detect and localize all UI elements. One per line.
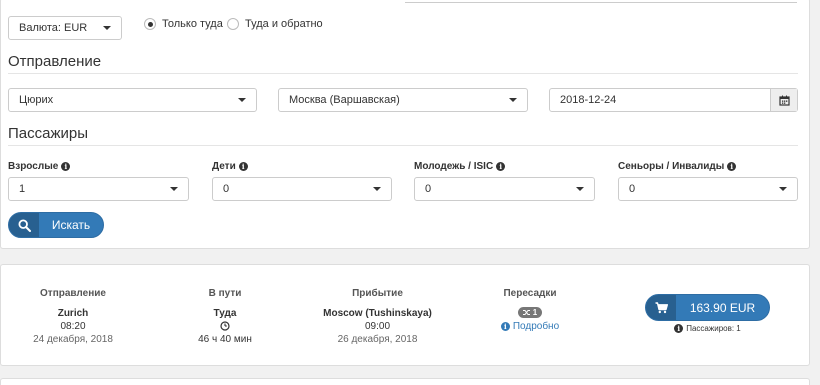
duration-value: 46 ч 40 мин (198, 334, 252, 345)
chevron-down-icon (238, 98, 246, 102)
calendar-button[interactable] (770, 89, 797, 111)
passengers-note-text: Пассажиров: 1 (686, 324, 741, 333)
children-label-text: Дети (212, 161, 236, 172)
transfers-header: Пересадки (503, 288, 557, 299)
youth-label: Молодежь / ISIC i (414, 161, 506, 172)
from-station-select[interactable]: Цюрих (8, 88, 257, 112)
info-icon[interactable]: i (238, 162, 248, 171)
chevron-down-icon (170, 187, 178, 191)
details-link-label: Подробно (512, 321, 560, 332)
youth-label-text: Молодежь / ISIC (414, 161, 494, 172)
chevron-down-icon (576, 187, 584, 191)
chevron-down-icon (373, 187, 381, 191)
departure-section-title: Отправление (8, 53, 102, 70)
search-button-label: Искать (51, 218, 91, 232)
buy-button[interactable]: 163.90 EUR (645, 294, 770, 321)
passengers-section-title: Пассажиры (8, 125, 89, 142)
shuffle-icon (522, 310, 530, 315)
clock-icon (175, 320, 275, 333)
divider (8, 73, 798, 74)
result-transfers: Пересадки 1 i Подробно (480, 288, 580, 333)
details-link[interactable]: i Подробно (500, 320, 560, 333)
date-value: 2018-12-24 (560, 94, 617, 106)
info-icon: i (500, 322, 510, 331)
radio-checked-icon (144, 18, 156, 30)
info-icon: i (674, 324, 684, 333)
chevron-down-icon (509, 98, 517, 102)
to-station-value: Москва (Варшавская) (289, 94, 400, 106)
duration-direction: Туда (213, 308, 237, 319)
to-station-select[interactable]: Москва (Варшавская) (278, 88, 528, 112)
arrival-city: Moscow (Tushinskaya) (323, 308, 432, 319)
from-station-value: Цюрих (19, 94, 54, 106)
departure-header: Отправление (40, 288, 106, 299)
youth-select[interactable]: 0 (414, 177, 595, 201)
chevron-down-icon (779, 187, 787, 191)
search-icon (9, 213, 39, 237)
seniors-label: Сеньоры / Инвалиды i (618, 161, 737, 172)
chevron-down-icon (103, 26, 111, 30)
result-departure: Отправление Zurich 08:20 24 декабря, 201… (13, 288, 133, 346)
transfers-badge: 1 (517, 307, 543, 318)
top-input-edge (405, 0, 797, 3)
children-label: Дети i (212, 161, 248, 172)
transfers-badge-row: 1 (480, 307, 580, 320)
price-label: 163.90 EUR (689, 300, 756, 315)
transfers-count: 1 (532, 308, 538, 317)
info-icon[interactable]: i (61, 162, 71, 171)
radio-one-way-label: Только туда (162, 18, 223, 30)
radio-round-trip[interactable]: Туда и обратно (227, 18, 323, 30)
arrival-header: Прибытие (352, 288, 403, 299)
departure-date: 24 декабря, 2018 (33, 334, 113, 345)
youth-value: 0 (425, 183, 432, 195)
children-select[interactable]: 0 (212, 177, 392, 201)
radio-round-trip-label: Туда и обратно (245, 18, 323, 30)
arrival-time: 09:00 (364, 321, 391, 332)
calendar-icon (778, 95, 790, 106)
seniors-label-text: Сеньоры / Инвалиды (618, 161, 725, 172)
children-value: 0 (223, 183, 230, 195)
adults-label: Взрослые i (8, 161, 71, 172)
seniors-value: 0 (629, 183, 636, 195)
cart-icon (646, 295, 676, 320)
radio-unchecked-icon (227, 18, 239, 30)
next-result-panel (0, 378, 810, 385)
info-icon[interactable]: i (496, 162, 506, 171)
result-duration: В пути Туда 46 ч 40 мин (175, 288, 275, 346)
duration-header: В пути (208, 288, 242, 299)
currency-select-value: Валюта: EUR (19, 22, 88, 34)
date-input[interactable]: 2018-12-24 (549, 88, 798, 112)
departure-time: 08:20 (60, 321, 86, 332)
adults-label-text: Взрослые (8, 161, 59, 172)
arrival-date: 26 декабря, 2018 (337, 334, 418, 345)
departure-city: Zurich (57, 308, 89, 319)
radio-one-way[interactable]: Только туда (144, 18, 223, 30)
adults-value: 1 (19, 183, 26, 195)
info-icon[interactable]: i (727, 162, 737, 171)
seniors-select[interactable]: 0 (618, 177, 798, 201)
result-arrival: Прибытие Moscow (Tushinskaya) 09:00 26 д… (310, 288, 445, 346)
divider (8, 145, 798, 146)
adults-select[interactable]: 1 (8, 177, 189, 201)
currency-select[interactable]: Валюта: EUR (8, 16, 122, 40)
search-button[interactable]: Искать (8, 212, 104, 238)
passengers-note: i Пассажиров: 1 (645, 324, 770, 333)
